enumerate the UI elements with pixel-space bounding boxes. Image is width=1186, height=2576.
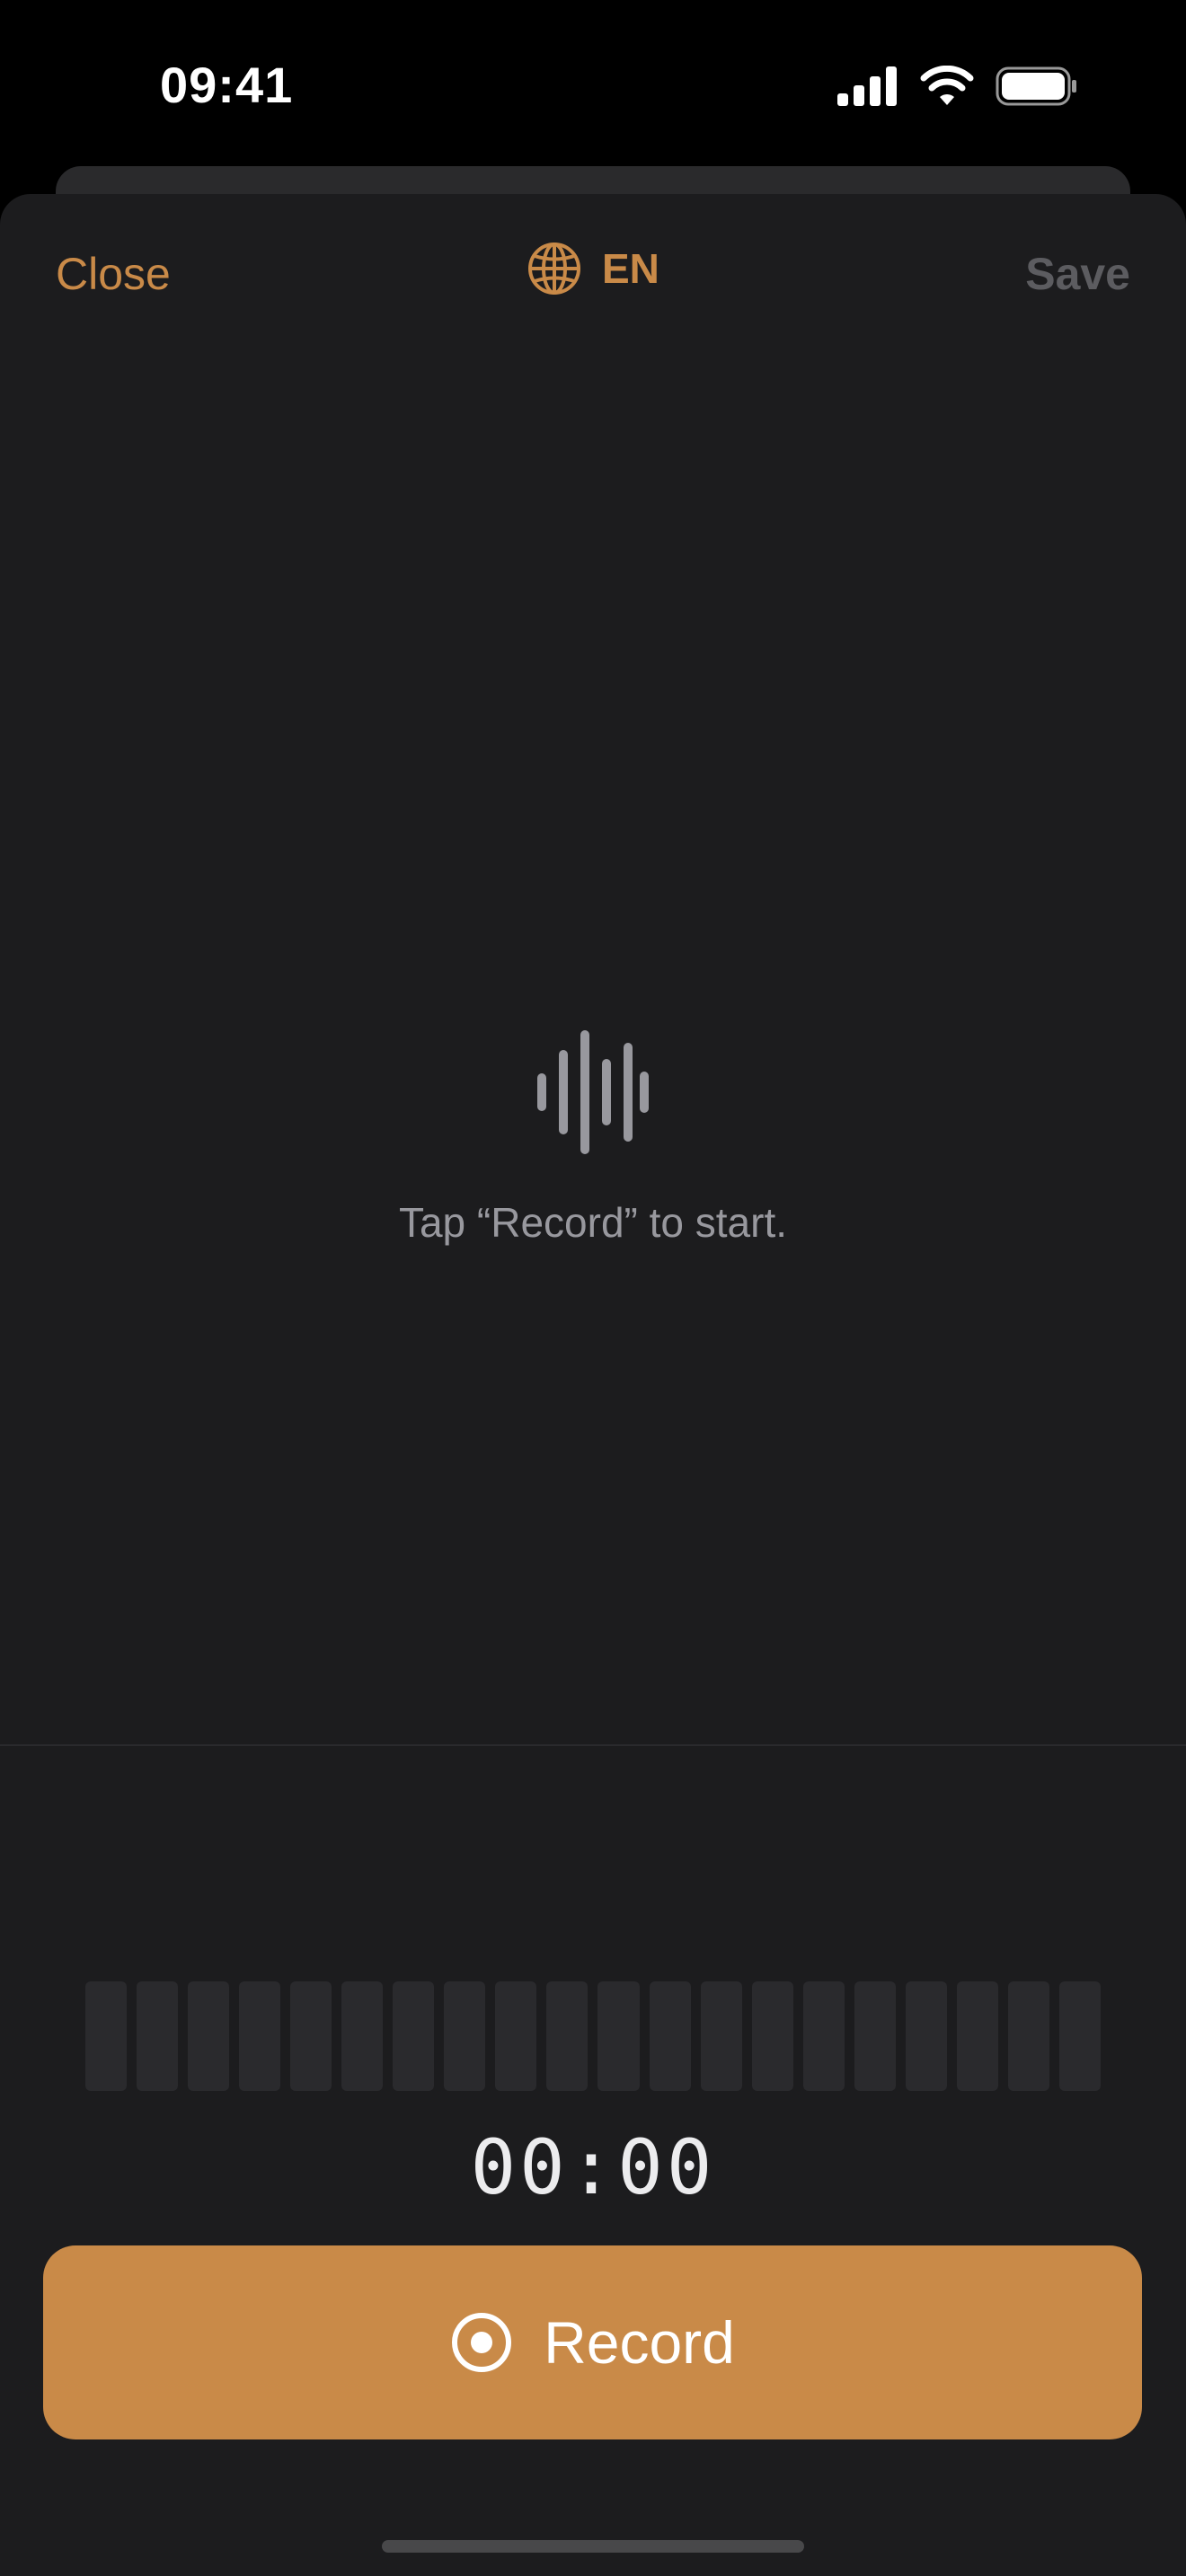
level-bar [290,1981,332,2091]
record-button[interactable]: Record [43,2245,1142,2439]
recording-timer: 00:00 [470,2123,716,2211]
level-bar [495,1981,537,2091]
level-bar [1058,1981,1101,2091]
language-selector[interactable]: EN [527,241,659,296]
level-bar [341,1981,384,2091]
status-bar: 09:41 [0,0,1186,171]
globe-icon [528,243,580,295]
home-indicator [382,2540,804,2553]
empty-state: Tap “Record” to start. [0,1029,1186,1247]
cellular-signal-icon [837,66,897,106]
waveform-icon [537,1030,649,1154]
level-bar [85,1981,128,2091]
empty-state-text: Tap “Record” to start. [398,1199,788,1246]
level-bar [1007,1981,1049,2091]
record-button-label: Record [544,2309,735,2376]
level-bar [751,1981,793,2091]
battery-icon [996,66,1076,106]
save-button[interactable]: Save [1025,248,1130,300]
level-bar [700,1981,742,2091]
level-bar [137,1981,179,2091]
level-bar [444,1981,486,2091]
level-bar [597,1981,640,2091]
level-bar [905,1981,947,2091]
recording-sheet: Close EN Save Tap “Record” to start. [0,194,1186,2576]
level-bar [393,1981,435,2091]
status-time: 09:41 [160,57,294,113]
wifi-icon [920,66,974,105]
level-bar [802,1981,845,2091]
level-bar [649,1981,691,2091]
level-bar [188,1981,230,2091]
language-label: EN [602,245,659,292]
audio-level-meter [85,1981,1101,2091]
close-button[interactable]: Close [56,248,171,300]
level-bar [854,1981,896,2091]
level-bar [546,1981,589,2091]
record-circle-icon [452,2313,512,2372]
status-icons [837,63,1078,110]
level-bar [239,1981,281,2091]
level-bar [956,1981,998,2091]
controls-divider [0,1744,1186,1746]
